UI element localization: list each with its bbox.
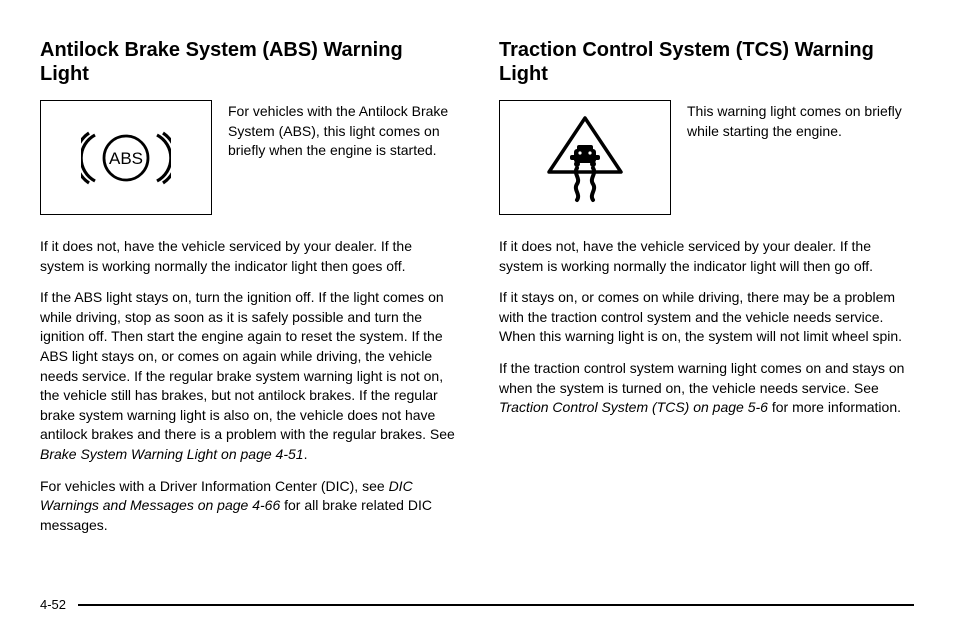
abs-heading: Antilock Brake System (ABS) Warning Ligh…: [40, 38, 455, 86]
content-columns: Antilock Brake System (ABS) Warning Ligh…: [40, 38, 914, 547]
tcs-icon-box: [499, 100, 671, 215]
abs-p2-tail: .: [304, 446, 308, 462]
abs-icon-label: ABS: [109, 149, 143, 168]
footer-divider: [78, 604, 914, 606]
tcs-paragraph-1: If it does not, have the vehicle service…: [499, 237, 914, 276]
tcs-intro-text: This warning light comes on briefly whil…: [687, 100, 914, 141]
tcs-icon: [539, 112, 631, 204]
abs-paragraph-1: If it does not, have the vehicle service…: [40, 237, 455, 276]
tcs-p3-tail: for more information.: [768, 399, 901, 415]
tcs-heading: Traction Control System (TCS) Warning Li…: [499, 38, 914, 86]
left-column: Antilock Brake System (ABS) Warning Ligh…: [40, 38, 455, 547]
abs-p2-text: If the ABS light stays on, turn the igni…: [40, 289, 455, 442]
tcs-ref: Traction Control System (TCS) on page 5‑…: [499, 399, 768, 415]
abs-paragraph-3: For vehicles with a Driver Information C…: [40, 477, 455, 536]
abs-intro-block: ABS For vehicles with the Antilock Brake…: [40, 100, 455, 215]
tcs-paragraph-3: If the traction control system warning l…: [499, 359, 914, 418]
tcs-p3-text: If the traction control system warning l…: [499, 360, 904, 396]
abs-p3-text: For vehicles with a Driver Information C…: [40, 478, 389, 494]
brake-system-ref: Brake System Warning Light on page 4‑51: [40, 446, 304, 462]
abs-icon-box: ABS: [40, 100, 212, 215]
abs-paragraph-2: If the ABS light stays on, turn the igni…: [40, 288, 455, 464]
page-number: 4-52: [40, 596, 66, 614]
abs-icon: ABS: [81, 131, 171, 185]
abs-intro-text: For vehicles with the Antilock Brake Sys…: [228, 100, 455, 161]
right-column: Traction Control System (TCS) Warning Li…: [499, 38, 914, 547]
page-footer: 4-52: [40, 596, 914, 614]
tcs-paragraph-2: If it stays on, or comes on while drivin…: [499, 288, 914, 347]
tcs-intro-block: This warning light comes on briefly whil…: [499, 100, 914, 215]
